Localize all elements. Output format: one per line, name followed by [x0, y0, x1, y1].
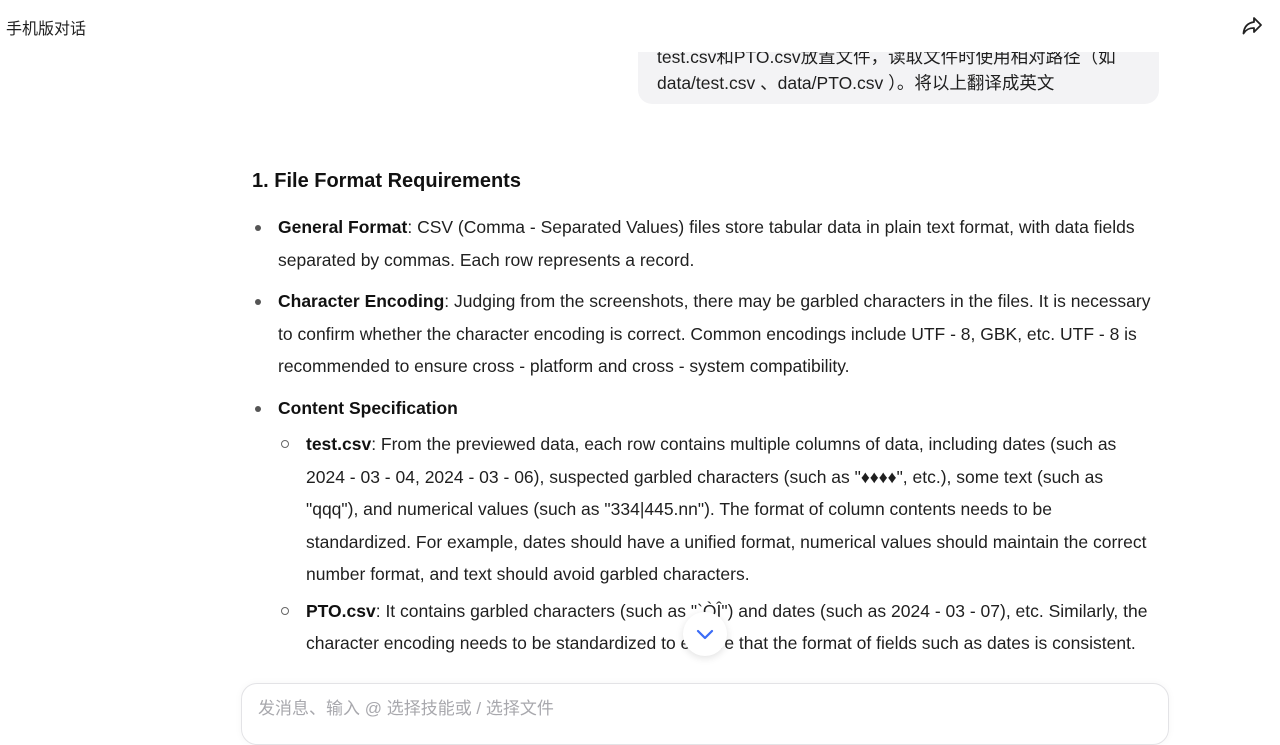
scroll-to-bottom-button[interactable]	[683, 612, 727, 656]
assistant-response: 1. File Format Requirements General Form…	[252, 166, 1152, 669]
list-item: General Format: CSV (Comma - Separated V…	[252, 211, 1152, 276]
list-item-term: General Format	[278, 217, 408, 237]
user-message-line: data/test.csv 、data/PTO.csv ）。将以上翻译成英文	[657, 73, 1055, 93]
sub-list-item-text: : It contains garbled characters (such a…	[306, 600, 1148, 654]
section-heading: 1. File Format Requirements	[252, 170, 521, 192]
page-title: 手机版对话	[6, 21, 87, 38]
list-item-term: Content Specification	[278, 397, 458, 418]
list-item-text: : CSV (Comma - Separated Values) files s…	[278, 217, 1135, 270]
requirements-list: General Format: CSV (Comma - Separated V…	[252, 211, 1152, 660]
top-bar: 手机版对话	[0, 0, 1280, 52]
chevron-down-icon	[696, 629, 714, 640]
sub-list-item-term: test.csv	[306, 434, 372, 454]
list-item-term: Character Encoding	[278, 291, 445, 311]
sub-list-item-term: PTO.csv	[306, 600, 376, 621]
message-input-box[interactable]	[241, 683, 1169, 745]
sub-list-item: test.csv: From the previewed data, each …	[278, 428, 1152, 591]
sub-list-item-text: : From the previewed data, each row cont…	[306, 434, 1147, 584]
list-item: Character Encoding: Judging from the scr…	[252, 285, 1152, 383]
share-icon[interactable]	[1240, 14, 1264, 38]
